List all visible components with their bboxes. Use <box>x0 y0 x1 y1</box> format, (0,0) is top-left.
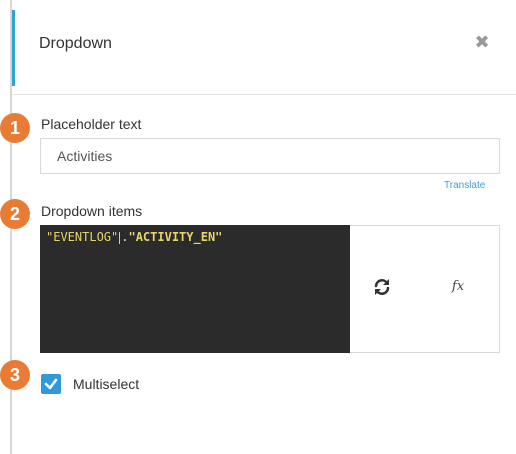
placeholder-text-label: Placeholder text <box>41 116 142 132</box>
close-icon[interactable]: ✖ <box>472 32 492 52</box>
code-column-name: "ACTIVITY_EN" <box>128 230 223 244</box>
multiselect-label: Multiselect <box>73 376 140 392</box>
checkmark-icon <box>44 378 58 390</box>
panel-title: Dropdown <box>39 35 112 52</box>
multiselect-checkbox[interactable] <box>41 374 61 394</box>
translate-link[interactable]: Translate <box>444 180 485 191</box>
code-table-name: "EVENTLOG" <box>46 230 119 244</box>
dropdown-items-editor[interactable]: "EVENTLOG" ."ACTIVITY_EN" <box>40 225 350 353</box>
panel-header: Dropdown ✖ <box>12 0 516 95</box>
editor-tools: fx <box>350 225 500 353</box>
step-badge-1: 1 <box>0 113 30 143</box>
header-accent-bar <box>12 10 15 86</box>
step-badge-3: 3 <box>0 360 30 390</box>
formula-icon[interactable]: fx <box>446 275 470 299</box>
placeholder-text-input[interactable]: Activities <box>40 138 500 174</box>
step-badge-2: 2 <box>0 199 30 229</box>
dropdown-items-label: Dropdown items <box>41 203 143 219</box>
refresh-icon[interactable] <box>370 275 394 299</box>
